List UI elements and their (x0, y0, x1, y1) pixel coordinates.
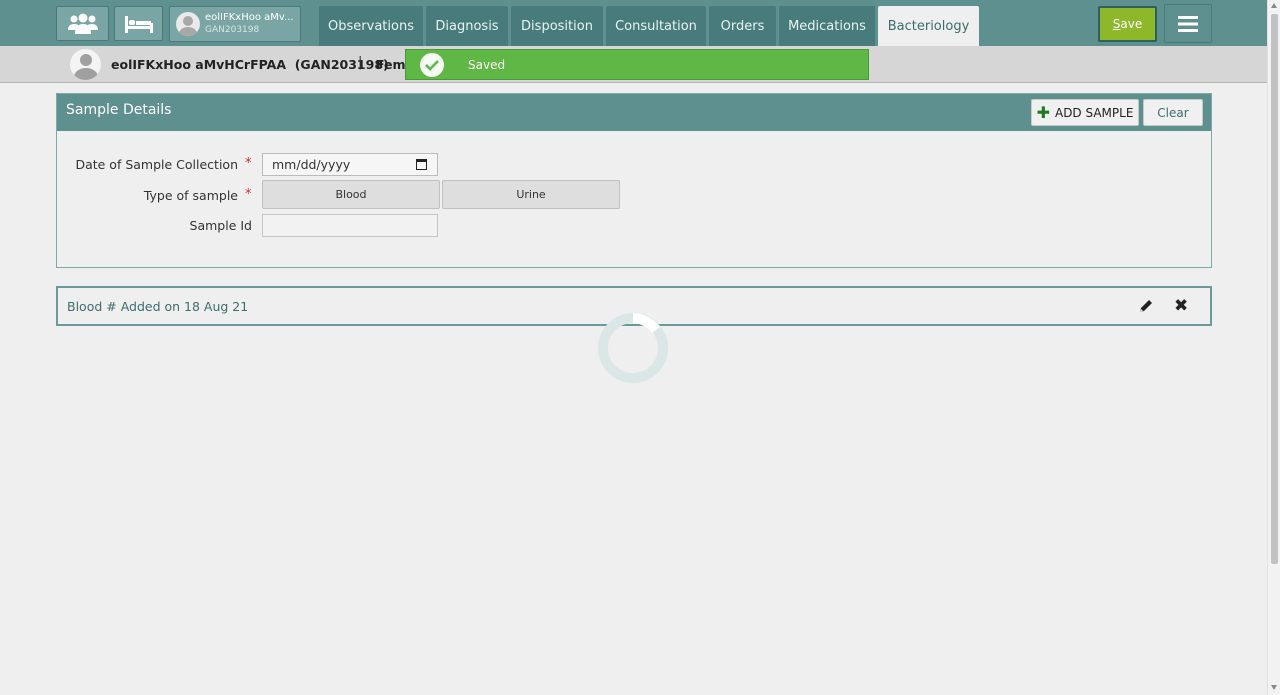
sample-details-panel: Sample Details ✚ ADD SAMPLE Clear Date o… (56, 93, 1212, 268)
sample-id-label: Sample Id (189, 218, 252, 233)
header-separator: | (358, 55, 363, 70)
vertical-scrollbar[interactable] (1267, 0, 1280, 695)
avatar (176, 12, 200, 36)
patient-name: eolIFKxHoo aMvHCrFPAA (GAN203198) (111, 57, 389, 72)
delete-x-icon[interactable]: ✖ (1174, 296, 1188, 316)
beds-button[interactable] (114, 6, 163, 41)
panel-title: Sample Details (66, 102, 172, 118)
patients-group-icon (67, 13, 98, 34)
patients-button[interactable] (56, 6, 109, 41)
check-circle-icon (420, 52, 444, 77)
patient-chip-id: GAN203198 (205, 25, 260, 35)
patient-id: (GAN203198) (294, 57, 389, 72)
plus-icon: ✚ (1036, 102, 1050, 122)
sample-type-blood-button[interactable]: Blood (262, 180, 440, 209)
tab-diagnosis[interactable]: Diagnosis (426, 6, 508, 46)
save-button[interactable]: Save (1098, 6, 1157, 42)
bed-icon (124, 15, 153, 33)
date-placeholder: mm/dd/yyyy (272, 157, 351, 172)
tab-disposition[interactable]: Disposition (511, 6, 603, 46)
loading-spinner-icon (598, 313, 668, 383)
sample-id-input[interactable] (262, 214, 438, 237)
patient-chip-name: eolIFKxHoo aMv... (205, 12, 294, 23)
scroll-thumb[interactable] (1271, 14, 1278, 564)
top-navigation-bar: eolIFKxHoo aMv... GAN203198 Observations… (0, 0, 1267, 46)
patient-avatar (70, 49, 101, 80)
tab-medications[interactable]: Medications (779, 6, 875, 46)
tab-orders[interactable]: Orders (709, 6, 776, 46)
saved-toast: Saved (405, 49, 869, 80)
type-label: Type of sample (143, 188, 238, 203)
tab-observations[interactable]: Observations (319, 6, 423, 46)
save-label: ave (1120, 17, 1143, 31)
pencil-icon[interactable] (1138, 298, 1154, 318)
scroll-up-arrow-icon[interactable] (1271, 3, 1277, 8)
required-marker: * (245, 187, 252, 202)
date-label: Date of Sample Collection (75, 157, 238, 172)
sample-entry-text: Blood # Added on 18 Aug 21 (67, 299, 249, 314)
tab-bacteriology[interactable]: Bacteriology (878, 6, 979, 46)
main-menu-button[interactable] (1164, 4, 1212, 43)
panel-header: Sample Details ✚ ADD SAMPLE Clear (57, 94, 1211, 131)
toast-message: Saved (468, 57, 506, 72)
required-marker: * (245, 156, 252, 171)
date-of-collection-input[interactable]: mm/dd/yyyy (262, 153, 438, 176)
sample-type-urine-button[interactable]: Urine (442, 180, 620, 209)
add-sample-label: ADD SAMPLE (1054, 105, 1134, 120)
clear-button[interactable]: Clear (1143, 99, 1203, 126)
patient-chip[interactable]: eolIFKxHoo aMv... GAN203198 (169, 6, 301, 42)
save-access-key: S (1112, 17, 1121, 31)
hamburger-menu-icon (1178, 15, 1198, 32)
calendar-icon[interactable] (416, 159, 427, 170)
add-sample-button[interactable]: ✚ ADD SAMPLE (1031, 99, 1139, 126)
tab-consultation[interactable]: Consultation (606, 6, 706, 46)
scroll-down-arrow-icon[interactable] (1271, 685, 1277, 690)
